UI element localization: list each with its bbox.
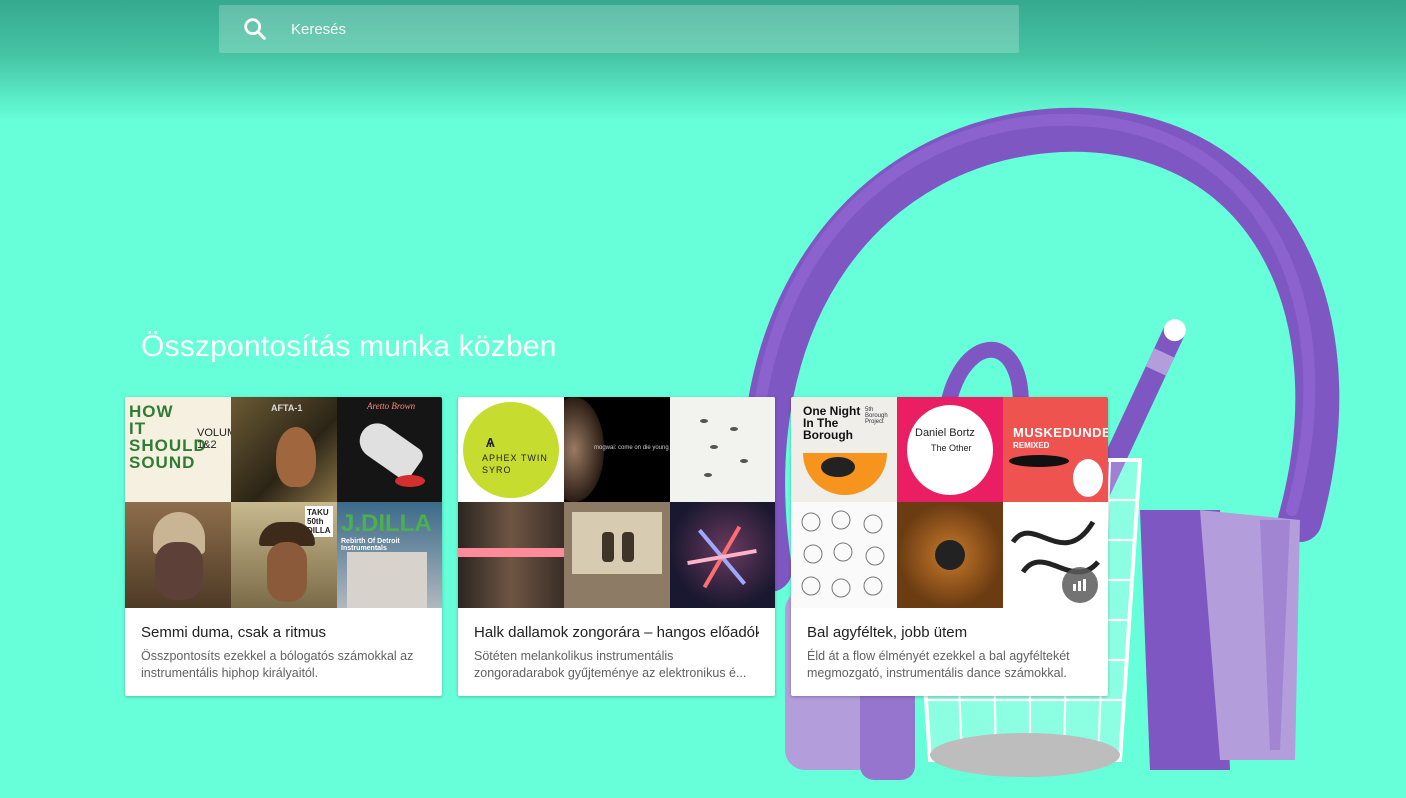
now-playing-icon[interactable]: [1062, 567, 1098, 603]
search-input[interactable]: [289, 19, 893, 39]
card-description: Éld át a flow élményét ezekkel a bal agy…: [807, 649, 1070, 680]
search-icon[interactable]: [241, 15, 269, 43]
card-cover-grid[interactable]: One Night In The Borough 5th Borough Pro…: [791, 397, 1108, 608]
playlist-card[interactable]: One Night In The Borough 5th Borough Pro…: [791, 397, 1108, 696]
album-cover: [670, 397, 775, 502]
card-cover-grid[interactable]: Ѧ APHEX TWIN SYRO mogwai: come on die yo…: [458, 397, 775, 608]
album-cover: [897, 502, 1003, 608]
album-cover: [458, 502, 564, 608]
album-cover: [670, 502, 775, 608]
card-title[interactable]: Bal agyféltek, jobb ütem: [807, 624, 1092, 641]
album-cover: HOW IT SHOULD SOUND VOLUME 1&2: [125, 397, 231, 502]
playlist-card[interactable]: HOW IT SHOULD SOUND VOLUME 1&2 AFTA-1 Ar…: [125, 397, 442, 696]
card-title[interactable]: Halk dallamok zongorára – hangos előadók: [474, 624, 759, 641]
album-cover: Ѧ APHEX TWIN SYRO: [458, 397, 564, 502]
playlist-card[interactable]: Ѧ APHEX TWIN SYRO mogwai: come on die yo…: [458, 397, 775, 696]
card-title[interactable]: Semmi duma, csak a ritmus: [141, 624, 426, 641]
album-cover: mogwai: come on die young: [564, 397, 670, 502]
album-cover: Daniel Bortz The Other: [897, 397, 1003, 502]
section-title: Összpontosítás munka közben: [141, 330, 557, 363]
search-bar[interactable]: [219, 5, 1019, 53]
album-cover: [564, 502, 670, 608]
album-cover: AFTA-1: [231, 397, 337, 502]
album-cover: [125, 502, 231, 608]
album-cover: J.DILLA Rebirth Of Detroit Instrumentals: [337, 502, 442, 608]
card-description: Összpontosíts ezekkel a bólogatós számok…: [141, 649, 414, 680]
album-cover: Aretto Brown: [337, 397, 442, 502]
album-cover: One Night In The Borough 5th Borough Pro…: [791, 397, 897, 502]
album-cover: [791, 502, 897, 608]
album-cover: MUSKEDUNDER REMIXED: [1003, 397, 1108, 502]
album-cover: TAKU 50th DILLA: [231, 502, 337, 608]
card-cover-grid[interactable]: HOW IT SHOULD SOUND VOLUME 1&2 AFTA-1 Ar…: [125, 397, 442, 608]
card-description: Sötéten melankolikus instrumentális zong…: [474, 649, 747, 680]
